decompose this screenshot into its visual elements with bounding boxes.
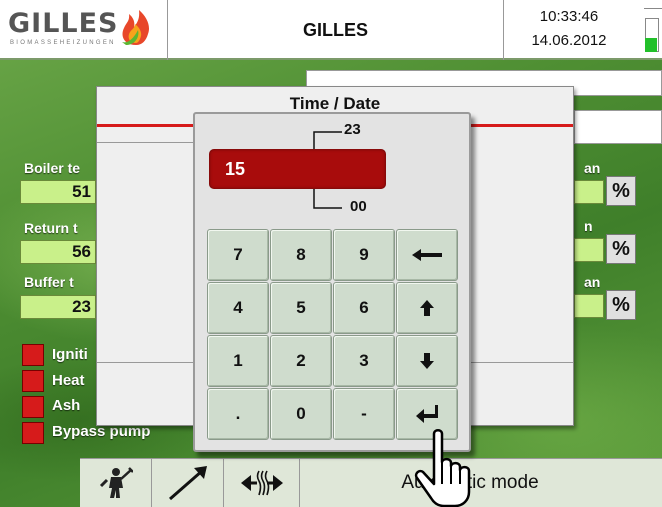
hand-pointer-icon [414, 429, 471, 507]
status-label-ignition: Igniti [52, 346, 88, 363]
key-up[interactable] [396, 282, 458, 334]
return-temp-value: 56 [20, 240, 96, 264]
percent-button-3[interactable]: % [606, 290, 636, 320]
key-decimal[interactable]: . [207, 388, 269, 440]
fan-label-1: an [584, 160, 601, 176]
percent-button-2[interactable]: % [606, 234, 636, 264]
boiler-temp-value: 51 [20, 180, 96, 204]
logo-text: GILLES [8, 8, 119, 39]
backspace-arrow-icon [412, 249, 442, 261]
buffer-temp-value: 23 [20, 295, 96, 319]
return-temp-label: Return t [24, 220, 78, 236]
key-5[interactable]: 5 [270, 282, 332, 334]
level-tick [644, 8, 662, 9]
chimney-sweep-icon [99, 466, 133, 498]
key-7[interactable]: 7 [207, 229, 269, 281]
logo-subtitle: BIOMASSEHEIZUNGEN [10, 40, 116, 46]
boiler-temp-label: Boiler te [24, 160, 81, 176]
key-9[interactable]: 9 [333, 229, 395, 281]
chimney-sweep-button[interactable] [80, 458, 152, 507]
diagonal-arrow-icon [168, 465, 207, 500]
keypad-max-value: 23 [344, 121, 361, 138]
fan-label-3: an [584, 274, 601, 290]
header-bar: GILLES BIOMASSEHEIZUNGEN GILLES 10:33:46… [0, 0, 662, 60]
logo: GILLES BIOMASSEHEIZUNGEN [8, 8, 156, 54]
status-indicator-bypass [22, 422, 44, 444]
side-field [574, 110, 662, 144]
header-title: GILLES [167, 0, 504, 60]
dialog-line [97, 142, 193, 143]
key-6[interactable]: 6 [333, 282, 395, 334]
keypad-value-field[interactable]: 15 [209, 149, 386, 189]
status-indicator-heat [22, 370, 44, 392]
heat-transfer-button[interactable] [224, 458, 300, 507]
heat-transfer-icon [240, 470, 283, 495]
arrow-down-icon [420, 353, 434, 369]
key-1[interactable]: 1 [207, 335, 269, 387]
key-0[interactable]: 0 [270, 388, 332, 440]
arrow-up-icon [420, 300, 434, 316]
header-time: 10:33:46 [539, 8, 599, 25]
fan-label-2: n [584, 218, 593, 234]
key-down[interactable] [396, 335, 458, 387]
status-label-ash: Ash [52, 397, 81, 414]
key-minus[interactable]: - [333, 388, 395, 440]
status-label-heat: Heat [52, 372, 85, 389]
header-date: 14.06.2012 [531, 32, 607, 49]
buffer-temp-label: Buffer t [24, 274, 74, 290]
key-2[interactable]: 2 [270, 335, 332, 387]
dialog-divider-left [97, 124, 193, 127]
keypad-min-value: 00 [350, 198, 367, 215]
dialog-divider-right [471, 124, 573, 127]
fan-value-2 [574, 238, 604, 262]
arrow-button[interactable] [152, 458, 224, 507]
key-8[interactable]: 8 [270, 229, 332, 281]
flame-logo-icon [122, 10, 149, 45]
key-backspace[interactable] [396, 229, 458, 281]
percent-button-1[interactable]: % [606, 176, 636, 206]
level-indicator-fill [645, 38, 657, 52]
dialog-title: Time / Date [289, 94, 381, 113]
status-indicator-ash [22, 396, 44, 418]
dialog-line [97, 362, 193, 363]
dialog-line [471, 362, 573, 363]
key-3[interactable]: 3 [333, 335, 395, 387]
fan-value-1 [574, 180, 604, 204]
enter-icon [416, 405, 438, 423]
key-4[interactable]: 4 [207, 282, 269, 334]
fan-value-3 [574, 294, 604, 318]
screen: GILLES BIOMASSEHEIZUNGEN GILLES 10:33:46… [0, 0, 662, 507]
status-indicator-ignition [22, 344, 44, 366]
